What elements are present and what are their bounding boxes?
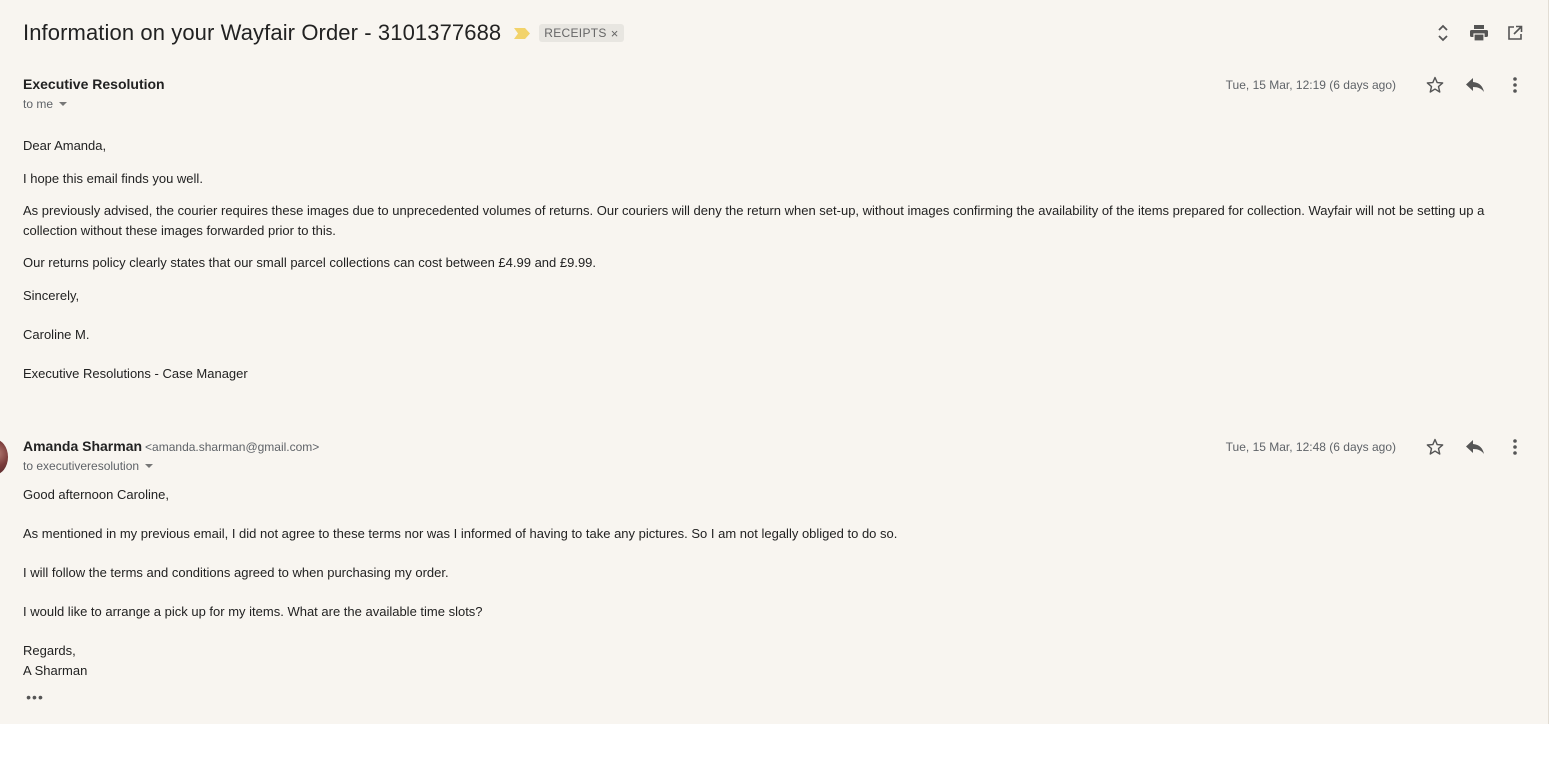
body-paragraph: Executive Resolutions - Case Manager [23,366,248,381]
body-paragraph: I will follow the terms and conditions a… [23,565,449,580]
sender-name[interactable]: Amanda Sharman [23,438,142,454]
body-paragraph: Good afternoon Caroline, [23,487,169,502]
show-details-caret-icon[interactable] [59,102,68,106]
importance-marker-icon[interactable] [514,27,531,39]
star-icon[interactable] [1422,72,1448,98]
message-date: Tue, 15 Mar, 12:48 (6 days ago) [1225,440,1396,454]
message-date: Tue, 15 Mar, 12:19 (6 days ago) [1225,78,1396,92]
label-chip-receipts: RECEIPTS × [539,24,624,42]
body-paragraph: I would like to arrange a pick up for my… [23,604,483,619]
message-2-recipient-details[interactable]: to executiveresolution [23,459,154,473]
body-paragraph: Sincerely, [23,288,80,303]
body-paragraph: Dear Amanda, [23,138,107,153]
recipient-label: to me [23,97,54,111]
avatar[interactable] [0,439,8,475]
show-trimmed-content-button[interactable]: ••• [24,689,46,705]
star-icon[interactable] [1422,434,1448,460]
message-1-sender: Executive Resolution [23,76,165,92]
body-paragraph: A Sharman [23,663,88,678]
subject-row: Information on your Wayfair Order - 3101… [23,18,624,48]
more-options-icon[interactable] [1502,434,1528,460]
body-paragraph: As previously advised, the courier requi… [23,203,1485,238]
recipient-label: to executiveresolution [23,459,140,473]
thread-actions [1418,22,1526,44]
reply-icon[interactable] [1462,72,1488,98]
remove-label-button[interactable]: × [611,26,619,41]
sender-email: <amanda.sharman@gmail.com> [145,440,320,454]
message-2-meta: Tue, 15 Mar, 12:48 (6 days ago) [1226,434,1528,460]
print-icon[interactable] [1468,22,1490,44]
body-paragraph: Our returns policy clearly states that o… [23,255,597,270]
email-thread: Information on your Wayfair Order - 3101… [0,0,1549,724]
reply-icon[interactable] [1462,434,1488,460]
sender-name[interactable]: Executive Resolution [23,76,165,92]
show-details-caret-icon[interactable] [145,464,154,468]
body-paragraph: Regards, [23,643,76,658]
body-paragraph: I hope this email finds you well. [23,171,203,186]
body-paragraph: As mentioned in my previous email, I did… [23,526,898,541]
message-1-meta: Tue, 15 Mar, 12:19 (6 days ago) [1226,72,1528,98]
message-1-recipient-details[interactable]: to me [23,97,68,111]
expand-collapse-icon[interactable] [1432,22,1454,44]
message-2-sender: Amanda Sharman <amanda.sharman@gmail.com> [23,438,319,454]
open-in-new-window-icon[interactable] [1504,22,1526,44]
more-options-icon[interactable] [1502,72,1528,98]
body-paragraph: Caroline M. [23,327,90,342]
email-subject: Information on your Wayfair Order - 3101… [23,20,502,45]
label-text: RECEIPTS [544,26,607,40]
